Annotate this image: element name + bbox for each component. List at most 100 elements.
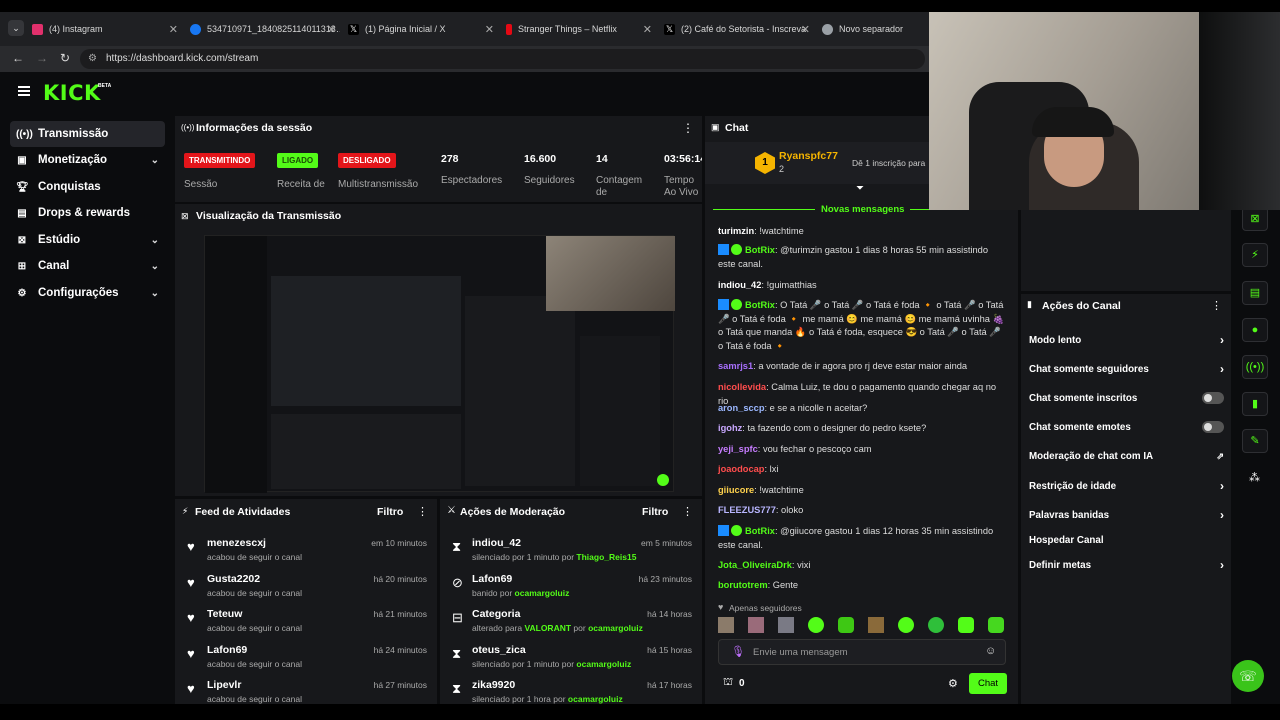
- rail-notes-button[interactable]: ▤: [1242, 281, 1268, 305]
- tab-search-button[interactable]: ⌄: [8, 20, 24, 36]
- sidebar-item-monetizacao[interactable]: ▣ Monetização ⌄: [10, 147, 165, 173]
- category-name[interactable]: VALORANT: [524, 623, 571, 633]
- emoji-icon[interactable]: ☺: [985, 645, 996, 657]
- emote-icon[interactable]: [958, 617, 974, 633]
- browser-tab[interactable]: Novo separador: [822, 16, 930, 42]
- emote-icon[interactable]: [868, 617, 884, 633]
- rail-chat-button[interactable]: ●: [1242, 318, 1268, 342]
- stream-preview-video[interactable]: [204, 235, 675, 493]
- moderator-name[interactable]: ocamargoluiz: [576, 659, 631, 669]
- more-options-icon[interactable]: ⋮: [682, 121, 694, 135]
- item-name[interactable]: menezescxj: [207, 537, 266, 549]
- sidebar-item-configuracoes[interactable]: ⚙ Configurações ⌄: [10, 280, 165, 306]
- action-slow-mode[interactable]: Modo lento ›: [1029, 330, 1224, 350]
- emote-icon[interactable]: [928, 617, 944, 633]
- chat-username[interactable]: turimzin: [718, 226, 754, 236]
- close-icon[interactable]: ✕: [643, 23, 652, 36]
- sidebar-item-drops[interactable]: ▤ Drops & rewards: [10, 200, 165, 226]
- rail-bolt-button[interactable]: ⚡︎: [1242, 243, 1268, 267]
- sidebar-item-estudio[interactable]: ⊠ Estúdio ⌄: [10, 227, 165, 253]
- url-field[interactable]: ⚙ https://dashboard.kick.com/stream: [80, 49, 925, 69]
- browser-tab[interactable]: (4) Instagram ✕: [32, 16, 182, 42]
- moderator-name[interactable]: ocamargoluiz: [568, 694, 623, 704]
- chat-username[interactable]: igohz: [718, 423, 742, 433]
- item-name[interactable]: Lafon69: [472, 573, 512, 585]
- pinned-username[interactable]: Ryanspfc77: [779, 150, 838, 162]
- emote-icon[interactable]: [748, 617, 764, 633]
- chat-username[interactable]: FLEEZUS777: [718, 505, 776, 515]
- chat-username[interactable]: BotRix: [745, 526, 775, 536]
- browser-tab[interactable]: 534710971_1840825114011313… ✕: [190, 16, 340, 42]
- action-host-channel[interactable]: Hospedar Canal: [1029, 530, 1224, 550]
- chat-username[interactable]: Jota_OliveiraDrk: [718, 560, 792, 570]
- chat-username[interactable]: borutotrem: [718, 580, 768, 590]
- menu-icon[interactable]: [18, 86, 30, 96]
- close-icon[interactable]: ✕: [801, 23, 810, 36]
- browser-tab[interactable]: 𝕏 (1) Página Inicial / X ✕: [348, 16, 498, 42]
- more-options-icon[interactable]: ⋮: [417, 505, 428, 518]
- chat-send-button[interactable]: Chat: [969, 673, 1007, 694]
- item-name[interactable]: Lipevlr: [207, 679, 241, 691]
- collapse-icon[interactable]: ⏷: [856, 183, 864, 194]
- back-icon[interactable]: ←: [12, 51, 24, 65]
- emote-icon[interactable]: [838, 617, 854, 633]
- emote-icon[interactable]: [808, 617, 824, 633]
- gift-icon[interactable]: ⛫: [723, 676, 733, 690]
- site-info-icon[interactable]: ⚙: [88, 49, 97, 69]
- chat-username[interactable]: joaodocap: [718, 464, 765, 474]
- filter-button[interactable]: Filtro: [642, 506, 668, 518]
- chat-username[interactable]: BotRix: [745, 300, 775, 310]
- item-name[interactable]: oteus_zica: [472, 644, 526, 656]
- action-age-restriction[interactable]: Restrição de idade ›: [1029, 476, 1224, 496]
- moderator-name[interactable]: Thiago_Reis15: [576, 552, 636, 562]
- subscribers-only-toggle[interactable]: [1202, 392, 1224, 404]
- chat-username[interactable]: samrjs1: [718, 361, 753, 371]
- reload-icon[interactable]: ↻: [60, 51, 70, 65]
- filter-button[interactable]: Filtro: [377, 506, 403, 518]
- mic-icon[interactable]: 🎙︎: [731, 645, 745, 658]
- action-set-goals[interactable]: Definir metas ›: [1029, 555, 1224, 575]
- more-options-icon[interactable]: ⋮: [1211, 299, 1222, 312]
- action-ai-moderation[interactable]: Moderação de chat com IA ⇗: [1029, 446, 1224, 466]
- item-name[interactable]: Gusta2202: [207, 573, 260, 585]
- rail-tools-button[interactable]: ✎: [1242, 429, 1268, 453]
- chat-username[interactable]: nicollevida: [718, 382, 766, 392]
- item-name[interactable]: zika9920: [472, 679, 515, 691]
- help-chat-button[interactable]: ☏: [1232, 660, 1264, 692]
- chat-username[interactable]: indiou_42: [718, 280, 761, 290]
- action-followers-only[interactable]: Chat somente seguidores ›: [1029, 359, 1224, 379]
- rail-broadcast-button[interactable]: ((•)): [1242, 355, 1268, 379]
- moderator-name[interactable]: ocamargoluiz: [588, 623, 643, 633]
- item-name[interactable]: Lafon69: [207, 644, 247, 656]
- sidebar-item-conquistas[interactable]: 🏆︎ Conquistas: [10, 174, 165, 200]
- sidebar-item-transmissao[interactable]: ((•)) Transmissão: [10, 121, 165, 147]
- emote-icon[interactable]: [778, 617, 794, 633]
- chat-input[interactable]: 🎙︎ Envie uma mensagem ☺: [718, 639, 1006, 665]
- chat-username[interactable]: yeji_spfc: [718, 444, 758, 454]
- browser-tab[interactable]: 𝕏 (2) Café do Setorista - Inscreva ✕: [664, 16, 814, 42]
- kick-logo[interactable]: KICK: [43, 81, 101, 105]
- rail-moderation-button[interactable]: ▮: [1242, 392, 1268, 416]
- action-banned-words[interactable]: Palavras banidas ›: [1029, 505, 1224, 525]
- close-icon[interactable]: ✕: [327, 23, 336, 36]
- emote-icon[interactable]: [988, 617, 1004, 633]
- chat-username[interactable]: aron_sccp: [718, 403, 765, 413]
- more-options-icon[interactable]: ⋮: [682, 505, 693, 518]
- emote-icon[interactable]: [718, 617, 734, 633]
- emotes-only-toggle[interactable]: [1202, 421, 1224, 433]
- close-icon[interactable]: ✕: [169, 23, 178, 36]
- emote-icon[interactable]: [898, 617, 914, 633]
- close-icon[interactable]: ✕: [485, 23, 494, 36]
- chat-username[interactable]: BotRix: [745, 245, 775, 255]
- chat-username[interactable]: giiucore: [718, 485, 754, 495]
- sidebar-item-canal[interactable]: ⊞ Canal ⌄: [10, 253, 165, 279]
- settings-gear-icon[interactable]: ⚙: [948, 677, 958, 690]
- moderator-name[interactable]: ocamargoluiz: [515, 588, 570, 598]
- item-name[interactable]: Teteuw: [207, 608, 242, 620]
- item-name[interactable]: indiou_42: [472, 537, 521, 549]
- rail-apps-icon[interactable]: ⁂: [1249, 471, 1260, 484]
- forward-icon[interactable]: →: [36, 51, 48, 65]
- rail-camera-button[interactable]: ⊠: [1242, 207, 1268, 231]
- browser-tab[interactable]: Stranger Things – Netflix ✕: [506, 16, 656, 42]
- item-name[interactable]: Categoria: [472, 608, 520, 620]
